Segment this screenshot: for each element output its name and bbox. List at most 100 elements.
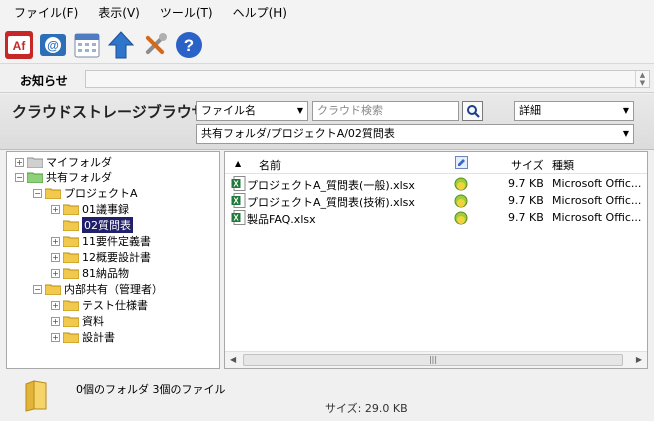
tree-node-02-selected[interactable]: + 02質問表 — [51, 217, 133, 233]
file-list: ▲ 名前 サイズ 種類 X プロジェクトA_質問表(一般).xlsx 9.7 K… — [224, 151, 648, 369]
tree-node-internal[interactable]: − 内部共有（管理者） — [33, 281, 163, 297]
excel-file-icon: X — [231, 176, 246, 194]
file-name: 製品FAQ.xlsx — [247, 213, 316, 226]
expand-icon[interactable]: + — [51, 236, 60, 246]
folder-open-icon — [45, 188, 61, 199]
expand-icon[interactable]: + — [51, 300, 60, 310]
file-name: プロジェクトA_質問表(一般).xlsx — [247, 179, 415, 192]
svg-text:X: X — [233, 197, 239, 206]
folder-tree: + マイフォルダ − 共有フォルダ − プロジェクトA + 01議事録 + 02… — [6, 151, 220, 369]
sort-up-icon[interactable]: ▲ — [235, 159, 241, 168]
collapse-icon[interactable]: − — [33, 284, 42, 294]
tree-label: テスト仕様書 — [82, 299, 148, 312]
file-list-header: ▲ 名前 サイズ 種類 — [225, 152, 647, 174]
calendar-icon[interactable] — [71, 29, 102, 60]
acrobat-icon[interactable]: Af — [3, 29, 34, 60]
view-select-value: 詳細 — [519, 104, 541, 117]
search-input[interactable]: クラウド検索 — [312, 101, 459, 121]
chevron-down-icon: ▼ — [622, 106, 629, 115]
view-select[interactable]: 詳細 ▼ — [514, 101, 634, 121]
file-row[interactable]: X 製品FAQ.xlsx 9.7 KB Microsoft Offic... — [225, 210, 647, 226]
tree-node-11[interactable]: + 11要件定義書 — [51, 233, 151, 249]
file-type: Microsoft Offic... — [552, 194, 642, 207]
path-select[interactable]: 共有フォルダ/プロジェクトA/02質問表 ▼ — [196, 124, 634, 144]
tree-label: 共有フォルダ — [46, 171, 112, 184]
tree-label: 資料 — [82, 315, 104, 328]
file-type: Microsoft Offic... — [552, 211, 642, 224]
menu-bar: ファイル(F) 表示(V) ツール(T) ヘルプ(H) — [0, 0, 654, 26]
notice-scrollbar[interactable]: ▲ ▼ — [635, 71, 649, 87]
file-row[interactable]: X プロジェクトA_質問表(一般).xlsx 9.7 KB Microsoft … — [225, 176, 647, 192]
expand-icon[interactable]: + — [51, 204, 60, 214]
tree-label: 02質問表 — [82, 217, 133, 233]
notice-bar: お知らせ ▲ ▼ — [0, 65, 654, 93]
tools-icon[interactable] — [139, 29, 170, 60]
field-select[interactable]: ファイル名 ▼ — [196, 101, 308, 121]
shared-folder-icon — [27, 172, 43, 183]
toolbar: Af @ ? — [0, 26, 654, 64]
scroll-thumb[interactable]: ||| — [243, 354, 623, 366]
tree-node-01[interactable]: + 01議事録 — [51, 201, 129, 217]
file-row[interactable]: X プロジェクトA_質問表(技術).xlsx 9.7 KB Microsoft … — [225, 193, 647, 209]
collapse-icon[interactable]: − — [33, 188, 42, 198]
help-icon[interactable]: ? — [173, 29, 204, 60]
search-placeholder: クラウド検索 — [317, 104, 383, 117]
menu-tools[interactable]: ツール(T) — [150, 0, 223, 26]
scroll-left-icon[interactable]: ◀ — [230, 355, 236, 364]
path-value: 共有フォルダ/プロジェクトA/02質問表 — [201, 127, 395, 140]
collapse-icon[interactable]: − — [15, 172, 24, 182]
menu-file[interactable]: ファイル(F) — [4, 0, 88, 26]
tree-label: 12概要設計書 — [82, 251, 151, 264]
horizontal-scrollbar[interactable]: ◀ ||| ▶ — [225, 351, 647, 368]
edit-icon[interactable] — [455, 156, 468, 172]
tree-node-my-folder[interactable]: + マイフォルダ — [15, 154, 112, 170]
column-type[interactable]: 種類 — [552, 157, 574, 173]
svg-text:@: @ — [47, 38, 59, 52]
upload-icon[interactable] — [105, 29, 136, 60]
status-counts: 0個のフォルダ 3個のファイル — [76, 383, 226, 396]
folder-icon — [63, 252, 79, 263]
folder-icon — [63, 300, 79, 311]
tree-node-12[interactable]: + 12概要設計書 — [51, 249, 151, 265]
field-select-value: ファイル名 — [201, 104, 256, 117]
search-icon — [466, 105, 480, 118]
tree-node-design[interactable]: + 設計書 — [51, 329, 115, 345]
menu-help[interactable]: ヘルプ(H) — [223, 0, 297, 26]
status-dot-icon — [454, 211, 468, 228]
notice-label: お知らせ — [20, 74, 68, 88]
expand-icon[interactable]: + — [51, 316, 60, 326]
tree-node-materials[interactable]: + 資料 — [51, 313, 104, 329]
tree-label: 設計書 — [82, 331, 115, 344]
folder-large-icon — [25, 380, 47, 412]
tree-label: 内部共有（管理者） — [64, 283, 163, 296]
status-dot-icon — [454, 177, 468, 194]
search-button[interactable] — [462, 101, 483, 121]
status-dot-icon — [454, 194, 468, 211]
folder-icon — [63, 236, 79, 247]
expand-icon[interactable]: + — [51, 332, 60, 342]
tree-label: 11要件定義書 — [82, 235, 151, 248]
column-size[interactable]: サイズ — [511, 157, 544, 173]
svg-text:Af: Af — [12, 39, 26, 53]
folder-icon — [63, 268, 79, 279]
file-size: 9.7 KB — [508, 177, 544, 190]
expand-icon[interactable]: + — [51, 268, 60, 278]
tree-node-test-spec[interactable]: + テスト仕様書 — [51, 297, 148, 313]
folder-icon — [63, 204, 79, 215]
tree-label: 81納品物 — [82, 267, 129, 280]
file-name: プロジェクトA_質問表(技術).xlsx — [247, 196, 415, 209]
expand-icon[interactable]: + — [15, 157, 24, 167]
excel-file-icon: X — [231, 193, 246, 211]
tree-node-project[interactable]: − プロジェクトA — [33, 185, 138, 201]
notice-text-area[interactable]: ▲ ▼ — [85, 70, 650, 88]
tree-node-shared[interactable]: − 共有フォルダ — [15, 169, 112, 185]
folder-icon — [63, 332, 79, 343]
tree-node-81[interactable]: + 81納品物 — [51, 265, 129, 281]
folder-icon — [27, 157, 43, 168]
scroll-right-icon[interactable]: ▶ — [636, 355, 642, 364]
mail-icon[interactable]: @ — [37, 29, 68, 60]
menu-view[interactable]: 表示(V) — [88, 0, 150, 26]
expand-icon[interactable]: + — [51, 252, 60, 262]
column-name[interactable]: 名前 — [259, 157, 281, 173]
chevron-down-icon: ▼ — [622, 129, 629, 138]
